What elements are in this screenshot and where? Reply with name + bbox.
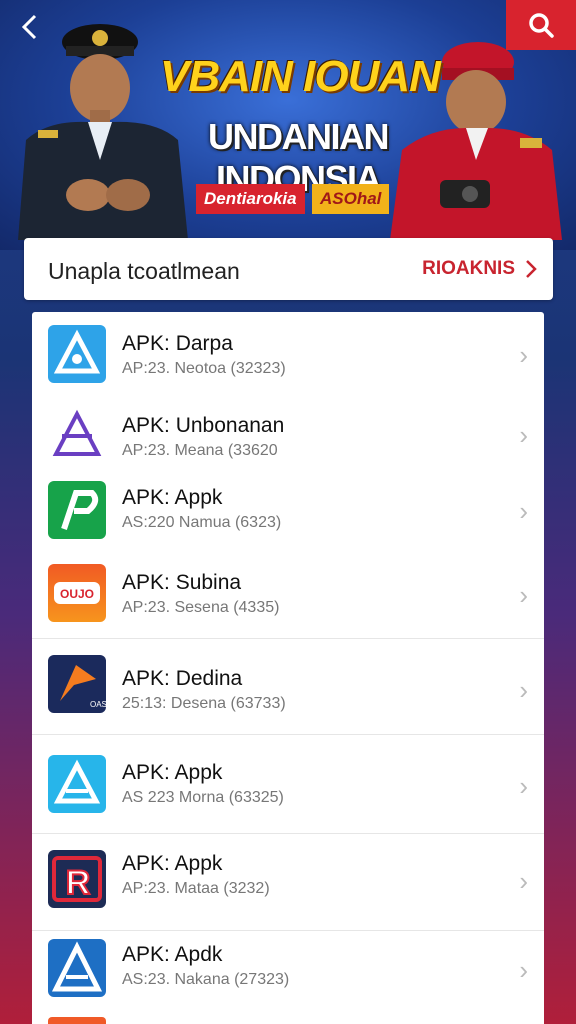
search-icon xyxy=(529,13,554,38)
app-list-item[interactable]: APK: Apdk AS:23. Nakana (27323) › xyxy=(32,931,544,1024)
app-name: APK: Apdk xyxy=(122,943,223,966)
banner-title: VBAIN IOUAN xyxy=(160,52,441,101)
search-button[interactable] xyxy=(506,0,576,50)
section-title: Unapla tcoatlmean xyxy=(48,258,240,284)
app-name: APK: Subina xyxy=(122,571,242,594)
app-name: APK: Darpa xyxy=(122,332,233,355)
svg-text:OAS: OAS xyxy=(90,700,106,709)
chevron-right-icon: › xyxy=(519,866,528,896)
app-name: APK: Appk xyxy=(122,486,223,509)
triangle-cyan-icon xyxy=(48,755,106,813)
next-app-icon-partial xyxy=(48,1017,106,1024)
chevron-right-icon: › xyxy=(519,580,528,610)
app-list-item[interactable]: OAS APK: Dedina 25:13: Desena (63733) › xyxy=(32,639,544,734)
p-green-icon xyxy=(48,481,106,539)
app-meta: AP:23. Meana (33620 xyxy=(122,442,278,459)
chevron-right-icon: › xyxy=(519,955,528,985)
app-meta: AP:23. Mataa (3232) xyxy=(122,880,270,897)
app-list-item[interactable]: APK: Appk AS:220 Namua (6323) › xyxy=(32,476,544,560)
svg-text:OUJO: OUJO xyxy=(60,587,94,601)
chevron-right-icon: › xyxy=(519,496,528,526)
app-list-item[interactable]: OUJO APK: Subina AP:23. Sesena (4335) › xyxy=(32,560,544,638)
app-list: APK: Darpa AP:23. Neotoa (32323) › APK: … xyxy=(32,312,544,1024)
app-list-item[interactable]: APK: Darpa AP:23. Neotoa (32323) › xyxy=(32,312,544,394)
banner-badge-right: ASOhal xyxy=(312,184,390,214)
app-list-item[interactable]: APK: Appk AS 223 Morna (63325) › xyxy=(32,735,544,833)
hero-banner: VBAIN IOUAN UNDANIAN INDONSIA Dentiaroki… xyxy=(0,0,576,250)
chevron-right-icon xyxy=(526,260,537,278)
triangle-blue-icon xyxy=(48,325,106,383)
section-header: Unapla tcoatlmean RIOAKNIS xyxy=(24,238,553,300)
arrow-orange-navy-icon: OAS xyxy=(48,655,106,713)
orange-badge-icon: OUJO xyxy=(48,564,106,622)
chevron-right-icon: › xyxy=(519,771,528,801)
see-all-link[interactable]: RIOAKNIS xyxy=(422,258,537,280)
chevron-right-icon: › xyxy=(519,420,528,450)
app-meta: AP:23. Sesena (4335) xyxy=(122,599,280,616)
chevron-right-icon: › xyxy=(519,340,528,370)
app-list-item[interactable]: R APK: Appk AP:23. Mataa (3232) › xyxy=(32,834,544,930)
svg-text:R: R xyxy=(66,864,91,902)
app-meta: 25:13: Desena (63733) xyxy=(122,695,286,712)
r-red-icon: R xyxy=(48,850,106,908)
app-name: APK: Appk xyxy=(122,761,223,784)
a-blue-icon xyxy=(48,939,106,997)
chevron-right-icon: › xyxy=(519,675,528,705)
app-meta: AP:23. Neotoa (32323) xyxy=(122,360,286,377)
app-meta: AS 223 Morna (63325) xyxy=(122,789,284,806)
triangle-outline-purple-icon xyxy=(48,406,106,464)
app-name: APK: Appk xyxy=(122,852,223,875)
app-meta: AS:23. Nakana (27323) xyxy=(122,971,290,988)
see-all-label: RIOAKNIS xyxy=(422,258,515,279)
app-name: APK: Unbonanan xyxy=(122,414,285,437)
banner-badge-left: Dentiarokia xyxy=(196,184,305,214)
app-name: APK: Dedina xyxy=(122,667,243,690)
app-meta: AS:220 Namua (6323) xyxy=(122,514,282,531)
app-list-item[interactable]: APK: Unbonanan AP:23. Meana (33620 › xyxy=(32,394,544,476)
